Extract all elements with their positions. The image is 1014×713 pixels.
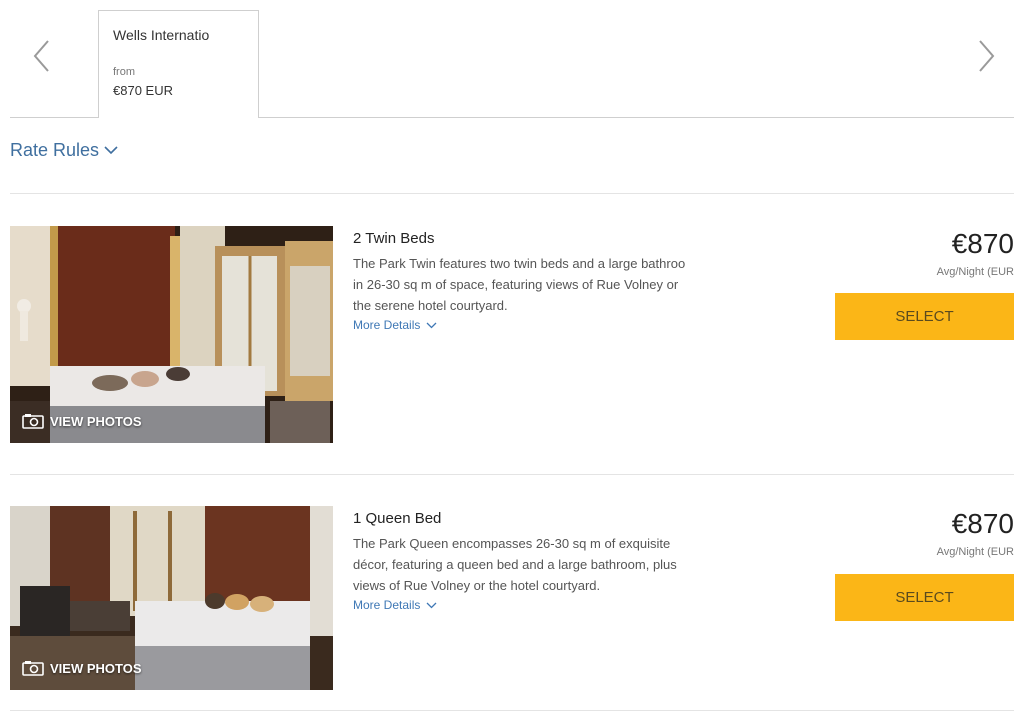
view-photos-label: VIEW PHOTOS (50, 413, 142, 429)
room-price-note: Avg/Night (EUR (936, 266, 1014, 278)
rate-tab-wells-international[interactable]: Wells Internatio from €870 EUR (98, 10, 259, 118)
more-details-label: More Details (353, 598, 421, 612)
chevron-left-icon (33, 40, 49, 72)
chevron-down-icon (426, 602, 437, 608)
room-description-line: in 26-30 sq m of space, featuring views … (353, 277, 679, 292)
more-details-link[interactable]: More Details (353, 318, 753, 332)
room-price: €870 (951, 508, 1014, 539)
chevron-down-icon (426, 322, 437, 328)
more-details-label: More Details (353, 318, 421, 332)
section-divider (10, 474, 1014, 475)
tab-baseline (259, 117, 1014, 118)
carousel-prev-button[interactable] (30, 38, 54, 74)
rate-tab-price: €870 EUR (113, 83, 173, 98)
select-room-button[interactable]: SELECT (835, 293, 1014, 340)
section-divider (10, 193, 1014, 194)
room-photo-image (10, 226, 333, 443)
rate-tab-name: Wells Internatio (113, 27, 210, 43)
section-divider (10, 710, 1014, 711)
room-description-line: The Park Twin features two twin beds and… (353, 256, 686, 271)
carousel-next-button[interactable] (974, 38, 998, 74)
tab-baseline (10, 117, 98, 118)
room-description-line: views of Rue Volney or the hotel courtya… (353, 578, 601, 593)
view-photos-button[interactable]: VIEW PHOTOS (22, 413, 142, 429)
room-description-line: the serene hotel courtyard. (353, 298, 508, 313)
room-photo-twin[interactable]: VIEW PHOTOS (10, 226, 333, 443)
camera-icon (22, 414, 44, 429)
chevron-right-icon (979, 40, 995, 72)
room-title: 1 Queen Bed (353, 510, 442, 527)
rate-tab-from-label: from (113, 66, 135, 78)
rate-rules-toggle[interactable]: Rate Rules (10, 140, 118, 161)
room-info-twin: 2 Twin Beds The Park Twin features two t… (353, 230, 753, 332)
room-description-line: The Park Queen encompasses 26-30 sq m of… (353, 536, 671, 551)
rate-rules-label: Rate Rules (10, 140, 100, 160)
room-photo-queen[interactable]: VIEW PHOTOS (10, 506, 333, 690)
room-price: €870 (951, 228, 1014, 259)
room-description-line: décor, featuring a queen bed and a large… (353, 557, 677, 572)
select-room-button[interactable]: SELECT (835, 574, 1014, 621)
view-photos-label: VIEW PHOTOS (50, 660, 142, 676)
more-details-link[interactable]: More Details (353, 598, 753, 612)
room-price-note: Avg/Night (EUR (936, 546, 1014, 558)
room-title: 2 Twin Beds (353, 230, 435, 247)
view-photos-button[interactable]: VIEW PHOTOS (22, 660, 142, 676)
room-info-queen: 1 Queen Bed The Park Queen encompasses 2… (353, 510, 753, 612)
camera-icon (22, 661, 44, 676)
chevron-down-icon (104, 146, 118, 155)
